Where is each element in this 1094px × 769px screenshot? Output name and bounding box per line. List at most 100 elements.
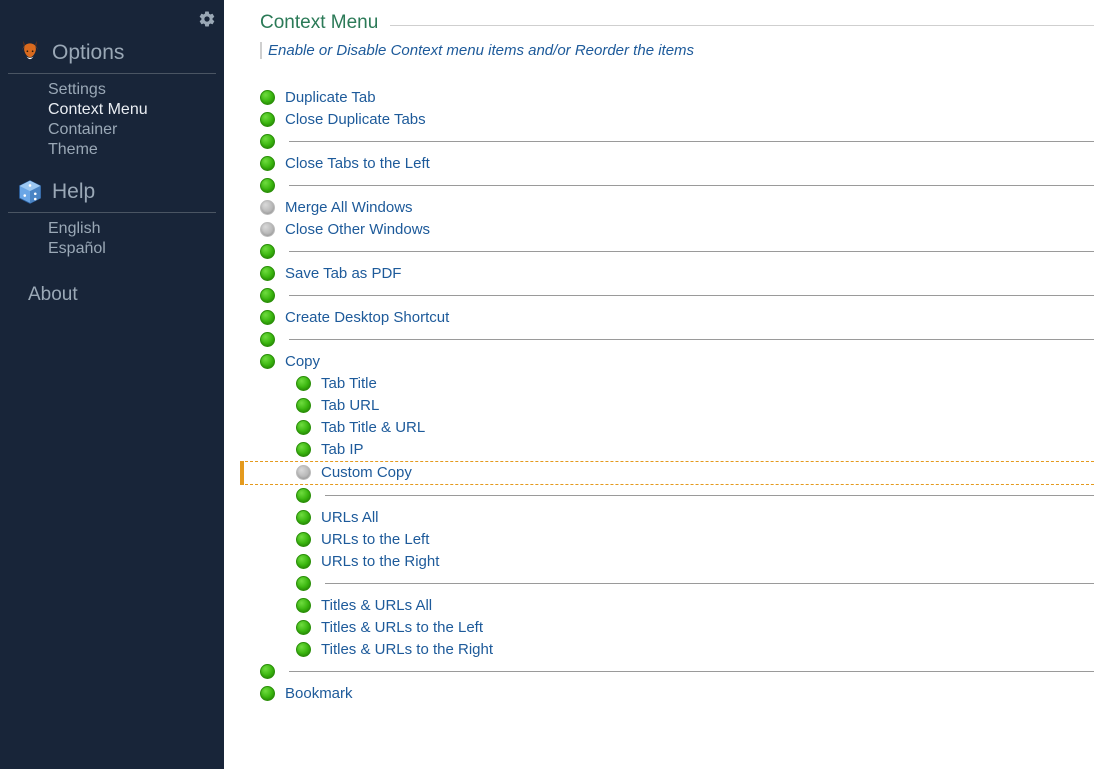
menu-row-19[interactable]: URLs All (260, 507, 1094, 529)
sidebar-help-item-1[interactable]: Español (48, 239, 224, 259)
menu-item-label: Merge All Windows (285, 199, 413, 216)
toggle-dot[interactable] (296, 642, 311, 657)
menu-row-20[interactable]: URLs to the Left (260, 529, 1094, 551)
separator-line (289, 185, 1094, 186)
menu-item-label: Close Tabs to the Left (285, 155, 430, 172)
toggle-dot[interactable] (260, 222, 275, 237)
menu-item-label: Close Other Windows (285, 221, 430, 238)
sidebar-options-list: SettingsContext MenuContainerTheme (0, 80, 224, 174)
toggle-dot[interactable] (296, 376, 311, 391)
panel-title: Context Menu (260, 12, 1094, 36)
menu-row-27[interactable]: Bookmark (260, 683, 1094, 705)
menu-row-6[interactable]: Close Other Windows (260, 219, 1094, 241)
menu-row-9[interactable] (260, 285, 1094, 307)
toggle-dot[interactable] (260, 178, 275, 193)
menu-row-24[interactable]: Titles & URLs to the Left (260, 617, 1094, 639)
menu-item-label: Duplicate Tab (285, 89, 376, 106)
sidebar: Options SettingsContext MenuContainerThe… (0, 0, 224, 769)
menu-item-label: URLs All (321, 509, 379, 526)
sidebar-options-item-3[interactable]: Theme (48, 140, 224, 160)
menu-row-25[interactable]: Titles & URLs to the Right (260, 639, 1094, 661)
toggle-dot[interactable] (296, 442, 311, 457)
toggle-dot[interactable] (260, 200, 275, 215)
toggle-dot[interactable] (296, 576, 311, 591)
menu-item-label: Titles & URLs to the Right (321, 641, 493, 658)
menu-row-8[interactable]: Save Tab as PDF (260, 263, 1094, 285)
toggle-dot[interactable] (260, 310, 275, 325)
toggle-dot[interactable] (296, 398, 311, 413)
toggle-dot[interactable] (260, 90, 275, 105)
separator-line (289, 671, 1094, 672)
menu-row-14[interactable]: Tab URL (260, 395, 1094, 417)
menu-row-15[interactable]: Tab Title & URL (260, 417, 1094, 439)
menu-item-label: URLs to the Left (321, 531, 429, 548)
toggle-dot[interactable] (260, 244, 275, 259)
menu-row-18[interactable] (260, 485, 1094, 507)
sidebar-help-list: EnglishEspañol (0, 219, 224, 273)
sidebar-options-item-2[interactable]: Container (48, 120, 224, 140)
menu-item-label: Copy (285, 353, 320, 370)
menu-row-13[interactable]: Tab Title (260, 373, 1094, 395)
sidebar-about[interactable]: About (0, 284, 224, 306)
toggle-dot[interactable] (260, 686, 275, 701)
panel-header: Context Menu (260, 12, 1094, 36)
toggle-dot[interactable] (296, 420, 311, 435)
toggle-dot[interactable] (296, 620, 311, 635)
menu-row-26[interactable] (260, 661, 1094, 683)
toggle-dot[interactable] (296, 532, 311, 547)
menu-item-label: Titles & URLs All (321, 597, 432, 614)
separator-line (325, 495, 1094, 496)
toggle-dot[interactable] (296, 465, 311, 480)
separator-line (325, 583, 1094, 584)
menu-row-5[interactable]: Merge All Windows (260, 197, 1094, 219)
sidebar-section-options: Options (8, 35, 216, 74)
sidebar-options-item-1[interactable]: Context Menu (48, 100, 224, 120)
toggle-dot[interactable] (296, 598, 311, 613)
menu-item-label: Tab Title (321, 375, 377, 392)
menu-row-17[interactable]: Custom Copy (240, 461, 1094, 485)
menu-row-10[interactable]: Create Desktop Shortcut (260, 307, 1094, 329)
toggle-dot[interactable] (260, 288, 275, 303)
fox-icon (16, 39, 44, 67)
menu-item-label: Close Duplicate Tabs (285, 111, 426, 128)
menu-row-22[interactable] (260, 573, 1094, 595)
menu-row-0[interactable]: Duplicate Tab (260, 87, 1094, 109)
menu-item-label: Tab IP (321, 441, 364, 458)
menu-row-23[interactable]: Titles & URLs All (260, 595, 1094, 617)
menu-item-label: URLs to the Right (321, 553, 439, 570)
toggle-dot[interactable] (260, 664, 275, 679)
menu-row-16[interactable]: Tab IP (260, 439, 1094, 461)
toggle-dot[interactable] (260, 354, 275, 369)
menu-row-4[interactable] (260, 175, 1094, 197)
menu-item-label: Bookmark (285, 685, 353, 702)
separator-line (289, 141, 1094, 142)
main-panel: Context Menu Enable or Disable Context m… (224, 0, 1094, 769)
menu-row-1[interactable]: Close Duplicate Tabs (260, 109, 1094, 131)
menu-row-12[interactable]: Copy (260, 351, 1094, 373)
toggle-dot[interactable] (296, 554, 311, 569)
toggle-dot[interactable] (260, 332, 275, 347)
toggle-dot[interactable] (260, 134, 275, 149)
toggle-dot[interactable] (296, 510, 311, 525)
gear-icon[interactable] (198, 10, 216, 33)
sidebar-options-label: Options (52, 41, 124, 65)
sidebar-options-item-0[interactable]: Settings (48, 80, 224, 100)
sidebar-help-label: Help (52, 180, 95, 204)
panel-title-rule (390, 25, 1094, 26)
context-menu-list: Duplicate Tab Close Duplicate Tabs Close T… (260, 87, 1094, 705)
sidebar-help-item-0[interactable]: English (48, 219, 224, 239)
toggle-dot[interactable] (260, 266, 275, 281)
menu-row-7[interactable] (260, 241, 1094, 263)
dice-icon (16, 178, 44, 206)
toggle-dot[interactable] (260, 112, 275, 127)
separator-line (289, 251, 1094, 252)
menu-row-21[interactable]: URLs to the Right (260, 551, 1094, 573)
menu-row-2[interactable] (260, 131, 1094, 153)
menu-item-label: Tab URL (321, 397, 379, 414)
menu-item-label: Custom Copy (321, 464, 412, 481)
sidebar-section-help: Help (8, 174, 216, 213)
menu-row-3[interactable]: Close Tabs to the Left (260, 153, 1094, 175)
toggle-dot[interactable] (260, 156, 275, 171)
toggle-dot[interactable] (296, 488, 311, 503)
menu-row-11[interactable] (260, 329, 1094, 351)
